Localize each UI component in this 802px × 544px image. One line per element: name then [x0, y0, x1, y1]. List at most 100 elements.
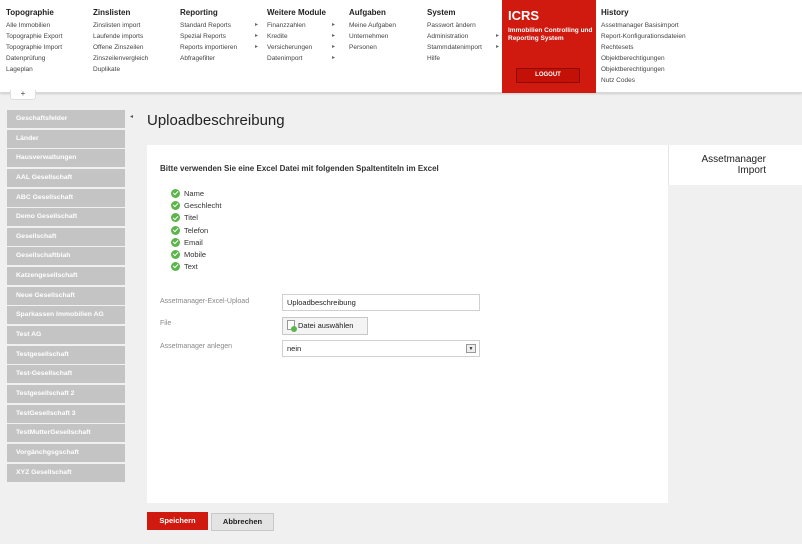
menu-item-submenu[interactable]: Reports importieren ▸ — [180, 42, 258, 53]
sidebar-item[interactable]: Demo Gesellschaft — [7, 208, 125, 227]
list-item: Text — [171, 261, 222, 273]
menu-head-zinslisten[interactable]: Zinslisten — [93, 8, 158, 17]
list-item: Titel — [171, 212, 222, 224]
sidebar-item[interactable]: Hausverwaltungen — [7, 149, 125, 168]
list-item: Telefon — [171, 225, 222, 237]
sidebar-item[interactable]: Sparkassen Immobilien AG — [7, 306, 125, 325]
menu-item[interactable]: Offene Zinszeilen — [93, 42, 158, 53]
chevron-down-icon: ▼ — [466, 344, 476, 353]
sidebar-item[interactable]: Test AG — [7, 326, 125, 345]
sidebar-item[interactable]: Neue Gesellschaft — [7, 286, 125, 305]
check-circle-icon — [171, 201, 180, 211]
page-title: Uploadbeschreibung — [147, 112, 285, 129]
menu-item[interactable]: Zinszeilenvergleich — [93, 53, 158, 64]
assetbox-line2: Import — [737, 165, 766, 176]
sidebar-item[interactable]: TestMutterGesellschaft — [7, 424, 125, 443]
chevron-right-icon: ▸ — [331, 33, 335, 39]
menu-item-submenu[interactable]: Spezial Reports ▸ — [180, 31, 258, 42]
column-name: Email — [184, 237, 203, 247]
sidebar-item[interactable]: AAL Gesellschaft — [7, 168, 125, 187]
menu-item[interactable]: Nutz Codes — [601, 75, 696, 86]
check-circle-icon — [171, 262, 180, 272]
sidebar-item[interactable]: Testgesellschaft — [7, 345, 125, 364]
menu-item-submenu[interactable]: Finanzzahlen ▸ — [267, 20, 335, 31]
menu-item-label: Finanzzahlen — [267, 22, 306, 29]
menu-item-submenu[interactable]: Stammdatenimport ▸ — [427, 42, 499, 53]
choose-file-button[interactable]: Datei auswählen — [282, 317, 368, 335]
menu-item-label: Kredite — [267, 33, 288, 40]
menu-item-submenu[interactable]: Administration ▸ — [427, 31, 499, 42]
menu-item[interactable]: Objektberechtigungen — [601, 64, 696, 75]
sidebar-item[interactable]: TestGesellschaft 3 — [7, 404, 125, 423]
menu-item[interactable]: Objektberechtigungen — [601, 53, 696, 64]
menu-item-submenu[interactable]: Datenimport ▸ — [267, 53, 335, 64]
menu-item[interactable]: Personen — [349, 42, 406, 53]
sidebar-item[interactable]: Gesellschaft — [7, 227, 125, 246]
anlegen-label: Assetmanager anlegen — [160, 343, 232, 350]
menu-item[interactable]: Lageplan — [6, 64, 72, 75]
anlegen-select[interactable]: nein ▼ — [282, 340, 480, 357]
menu-item[interactable]: Zinslisten import — [93, 20, 158, 31]
menu-head-reporting[interactable]: Reporting — [180, 8, 258, 17]
menu-item[interactable]: Unternehmen — [349, 31, 406, 42]
menu-topographie: Topographie Alle Immobilien Topographie … — [6, 8, 72, 75]
sidebar-item[interactable]: Vorgänchgsgschaft — [7, 443, 125, 462]
brand-logo: ICRS — [508, 8, 540, 23]
menu-item[interactable]: Datenprüfung — [6, 53, 72, 64]
menu-head-weitere-module[interactable]: Weitere Module — [267, 8, 335, 17]
menu-head-history[interactable]: History — [601, 8, 696, 17]
menu-item-label: Stammdatenimport — [427, 44, 482, 51]
cancel-button[interactable]: Abbrechen — [211, 513, 274, 531]
check-circle-icon — [171, 189, 180, 198]
brand-subtitle: Immobilien Controlling und Reporting Sys… — [508, 27, 593, 42]
menu-item[interactable]: Rechtesets — [601, 42, 696, 53]
list-item: Geschlecht — [171, 200, 222, 212]
menu-item-submenu[interactable]: Standard Reports ▸ — [180, 20, 258, 31]
save-button[interactable]: Speichern — [147, 512, 208, 530]
column-name: Name — [184, 189, 205, 198]
upload-panel: Bitte verwenden Sie eine Excel Datei mit… — [147, 145, 668, 503]
upload-name-field[interactable]: Uploadbeschreibung — [282, 294, 480, 311]
menu-item[interactable]: Meine Aufgaben — [349, 20, 406, 31]
anlegen-select-value: nein — [287, 344, 302, 353]
sidebar-item[interactable]: Länder — [7, 129, 125, 148]
chevron-right-icon: ▸ — [495, 33, 499, 39]
menu-item[interactable]: Abfragefilter — [180, 53, 258, 64]
menu-item[interactable]: Passwort ändern — [427, 20, 499, 31]
menu-item[interactable]: Hilfe — [427, 53, 499, 64]
menu-item[interactable]: Report-Konfigurationsdateien — [601, 31, 696, 42]
menu-item[interactable]: Alle Immobilien — [6, 20, 72, 31]
check-circle-icon — [171, 213, 180, 223]
menu-item-submenu[interactable]: Versicherungen ▸ — [267, 42, 335, 53]
menu-item[interactable]: Laufende imports — [93, 31, 158, 42]
column-name: Mobile — [184, 249, 207, 259]
menu-zinslisten: Zinslisten Zinslisten import Laufende im… — [93, 8, 158, 75]
assetmanager-import-box: Assetmanager Import — [668, 145, 802, 185]
sidebar: Geschaftsfelder Länder Hausverwaltungen … — [7, 110, 125, 483]
sidebar-item[interactable]: ABC Gesellschaft — [7, 188, 125, 207]
menu-aufgaben: Aufgaben Meine Aufgaben Unternehmen Pers… — [349, 8, 406, 53]
list-item: Email — [171, 237, 222, 249]
sidebar-collapse-icon[interactable]: ◂ — [130, 113, 133, 120]
menu-item[interactable]: Topographie Import — [6, 42, 72, 53]
menu-item[interactable]: Duplikate — [93, 64, 158, 75]
menu-item-submenu[interactable]: Kredite ▸ — [267, 31, 335, 42]
sidebar-item[interactable]: XYZ Gesellschaft — [7, 463, 125, 482]
chevron-right-icon: ▸ — [254, 22, 258, 28]
menu-item[interactable]: Topographie Export — [6, 31, 72, 42]
sidebar-item[interactable]: Katzengesellschaft — [7, 267, 125, 286]
logout-button[interactable]: LOGOUT — [516, 68, 580, 83]
chevron-right-icon: ▸ — [331, 55, 335, 61]
check-circle-icon — [171, 249, 180, 259]
sidebar-item[interactable]: Geschaftsfelder — [7, 110, 125, 128]
assetmanager-import-title: Assetmanager Import — [702, 154, 766, 176]
add-tab-button[interactable]: + — [10, 90, 36, 100]
menu-item[interactable]: Assetmanager Basisimport — [601, 20, 696, 31]
chevron-right-icon: ▸ — [331, 44, 335, 50]
menu-head-topographie[interactable]: Topographie — [6, 8, 72, 17]
menu-head-system[interactable]: System — [427, 8, 499, 17]
sidebar-item[interactable]: Testgesellschaft 2 — [7, 384, 125, 403]
sidebar-item[interactable]: Test-Gesellschaft — [7, 365, 125, 384]
menu-head-aufgaben[interactable]: Aufgaben — [349, 8, 406, 17]
sidebar-item[interactable]: Gesellschaftblah — [7, 247, 125, 266]
